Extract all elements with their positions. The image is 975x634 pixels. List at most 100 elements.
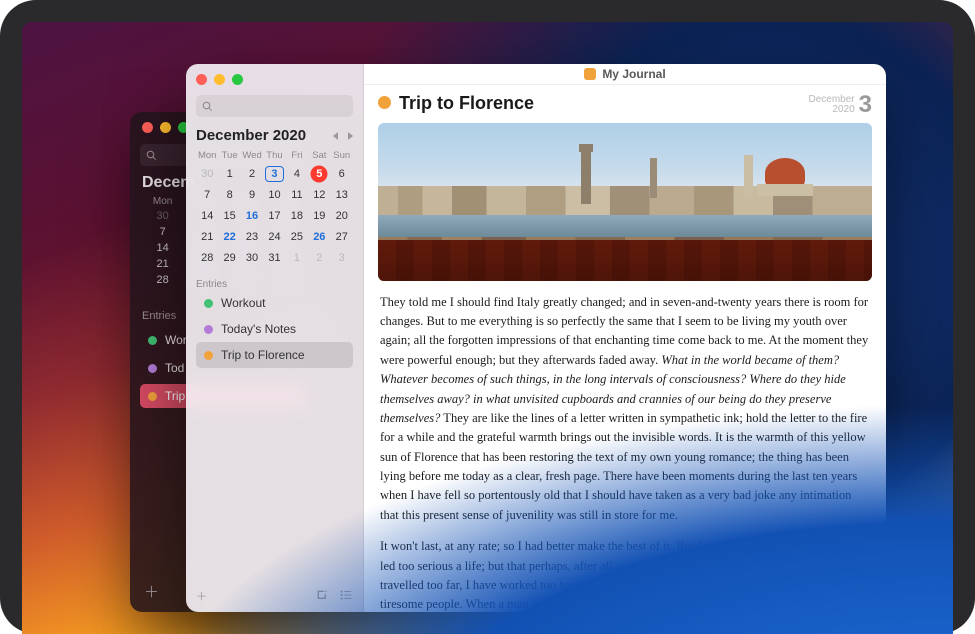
day[interactable]: 28 bbox=[142, 274, 183, 286]
calendar-day[interactable]: 8 bbox=[218, 186, 240, 204]
calendar-day[interactable]: 22 bbox=[218, 228, 240, 246]
minimize-icon[interactable] bbox=[160, 122, 171, 133]
dow: Sat bbox=[308, 150, 330, 161]
calendar-day[interactable]: 28 bbox=[196, 249, 218, 267]
dow: Mon bbox=[196, 150, 218, 161]
entry-label: Today's Notes bbox=[221, 322, 296, 336]
calendar-day[interactable]: 16 bbox=[241, 207, 263, 225]
calendar-day[interactable]: 31 bbox=[263, 249, 285, 267]
list-item[interactable]: Workout bbox=[196, 290, 353, 316]
calendar-day[interactable]: 10 bbox=[263, 186, 285, 204]
dot-icon bbox=[148, 392, 157, 401]
calendar-day[interactable]: 6 bbox=[331, 165, 353, 183]
calendar-day[interactable]: 25 bbox=[286, 228, 308, 246]
search-input[interactable] bbox=[196, 95, 353, 117]
entry-body[interactable]: They told me I should find Italy greatly… bbox=[364, 281, 886, 612]
dow: Thu bbox=[263, 150, 285, 161]
calendar-grid: 3012345678910111213141516171819202122232… bbox=[196, 165, 353, 267]
list-item[interactable]: Trip to Florence bbox=[196, 342, 353, 368]
calendar-day[interactable]: 9 bbox=[241, 186, 263, 204]
date-year: 2020 bbox=[809, 105, 855, 115]
dot-icon bbox=[378, 96, 391, 109]
zoom-icon[interactable] bbox=[232, 74, 243, 85]
new-window-icon[interactable] bbox=[315, 588, 329, 602]
entry-label: Tod bbox=[165, 361, 184, 375]
calendar-day[interactable]: 4 bbox=[286, 165, 308, 183]
day[interactable]: 21 bbox=[142, 258, 183, 270]
calendar-day[interactable]: 30 bbox=[241, 249, 263, 267]
close-icon[interactable] bbox=[142, 122, 153, 133]
list-item[interactable]: Trip bbox=[140, 384, 305, 408]
calendar-day[interactable]: 27 bbox=[331, 228, 353, 246]
minimize-icon[interactable] bbox=[214, 74, 225, 85]
sidebar: December 2020 Mon Tue Wed Thu Fri Sat Su… bbox=[186, 64, 364, 612]
sidebar-actions bbox=[315, 588, 353, 604]
calendar-day[interactable]: 20 bbox=[331, 207, 353, 225]
calendar-day[interactable]: 1 bbox=[218, 165, 240, 183]
desktop-wallpaper: Decem Mon Tue Wed Thu 30123 78910 141516… bbox=[22, 22, 953, 634]
month-nav bbox=[333, 132, 353, 140]
add-entry-button[interactable]: ＋ bbox=[196, 588, 207, 604]
list-item[interactable]: Today's Notes bbox=[196, 316, 353, 342]
calendar-day[interactable]: 12 bbox=[308, 186, 330, 204]
calendar-day[interactable]: 3 bbox=[331, 249, 353, 267]
list-icon[interactable] bbox=[339, 588, 353, 602]
dow: Wed bbox=[241, 150, 263, 161]
dow: Sun bbox=[331, 150, 353, 161]
window-title: My Journal bbox=[364, 64, 886, 85]
calendar-day[interactable]: 23 bbox=[241, 228, 263, 246]
app-icon bbox=[584, 68, 596, 80]
body-text: It won't last, at any rate; so I had bet… bbox=[380, 537, 870, 612]
entry-hero-image[interactable] bbox=[378, 123, 872, 280]
entries-heading: Entries bbox=[196, 279, 353, 290]
list-item[interactable]: Wor bbox=[140, 328, 305, 352]
entry-pane: My Journal Trip to Florence December 202… bbox=[364, 64, 886, 612]
day[interactable]: 30 bbox=[142, 210, 183, 222]
calendar-day[interactable]: 7 bbox=[196, 186, 218, 204]
entry-header: Trip to Florence December 2020 3 bbox=[364, 85, 886, 123]
entry-label: Wor bbox=[165, 333, 187, 347]
add-entry-button[interactable]: ＋ bbox=[144, 581, 159, 602]
dow: Fri bbox=[286, 150, 308, 161]
calendar-day[interactable]: 5 bbox=[308, 165, 330, 183]
journal-window[interactable]: December 2020 Mon Tue Wed Thu Fri Sat Su… bbox=[186, 64, 886, 612]
dot-icon bbox=[204, 325, 213, 334]
calendar-day[interactable]: 13 bbox=[331, 186, 353, 204]
body-text-italic: What in the world became of them? Whatev… bbox=[380, 353, 846, 425]
chevron-right-icon[interactable] bbox=[348, 132, 353, 140]
calendar-day[interactable]: 18 bbox=[286, 207, 308, 225]
chevron-left-icon[interactable] bbox=[333, 132, 338, 140]
list-item[interactable]: Tod bbox=[140, 356, 305, 380]
calendar-day[interactable]: 29 bbox=[218, 249, 240, 267]
day[interactable]: 7 bbox=[142, 226, 183, 238]
device-frame: Decem Mon Tue Wed Thu 30123 78910 141516… bbox=[0, 0, 975, 634]
calendar-day[interactable]: 21 bbox=[196, 228, 218, 246]
entries-heading: Entries bbox=[142, 310, 176, 322]
entry-label: Trip bbox=[165, 389, 185, 403]
search-icon bbox=[202, 101, 213, 112]
entry-body-peek: has reached his fifty-second year withou… bbox=[315, 567, 818, 605]
calendar-day[interactable]: 2 bbox=[308, 249, 330, 267]
calendar-day[interactable]: 17 bbox=[263, 207, 285, 225]
calendar-day[interactable]: 3 bbox=[263, 165, 285, 183]
calendar-day[interactable]: 1 bbox=[286, 249, 308, 267]
calendar-day[interactable]: 14 bbox=[196, 207, 218, 225]
calendar-day[interactable]: 2 bbox=[241, 165, 263, 183]
calendar-day[interactable]: 11 bbox=[286, 186, 308, 204]
calendar-day[interactable]: 24 bbox=[263, 228, 285, 246]
entries-list: Workout Today's Notes Trip to Florence bbox=[196, 290, 353, 368]
calendar-day[interactable]: 26 bbox=[308, 228, 330, 246]
calendar-day[interactable]: 19 bbox=[308, 207, 330, 225]
close-icon[interactable] bbox=[196, 74, 207, 85]
window-controls bbox=[196, 74, 353, 85]
dow: Mon bbox=[142, 196, 183, 207]
day[interactable]: 14 bbox=[142, 242, 183, 254]
body-text: They are like the lines of a letter writ… bbox=[380, 411, 867, 522]
dot-icon bbox=[204, 299, 213, 308]
entry-date: December 2020 3 bbox=[809, 93, 873, 117]
calendar-day[interactable]: 30 bbox=[196, 165, 218, 183]
entry-title[interactable]: Trip to Florence bbox=[399, 93, 809, 114]
calendar-day[interactable]: 15 bbox=[218, 207, 240, 225]
window-title-label: My Journal bbox=[602, 67, 665, 81]
search-icon bbox=[146, 150, 157, 161]
